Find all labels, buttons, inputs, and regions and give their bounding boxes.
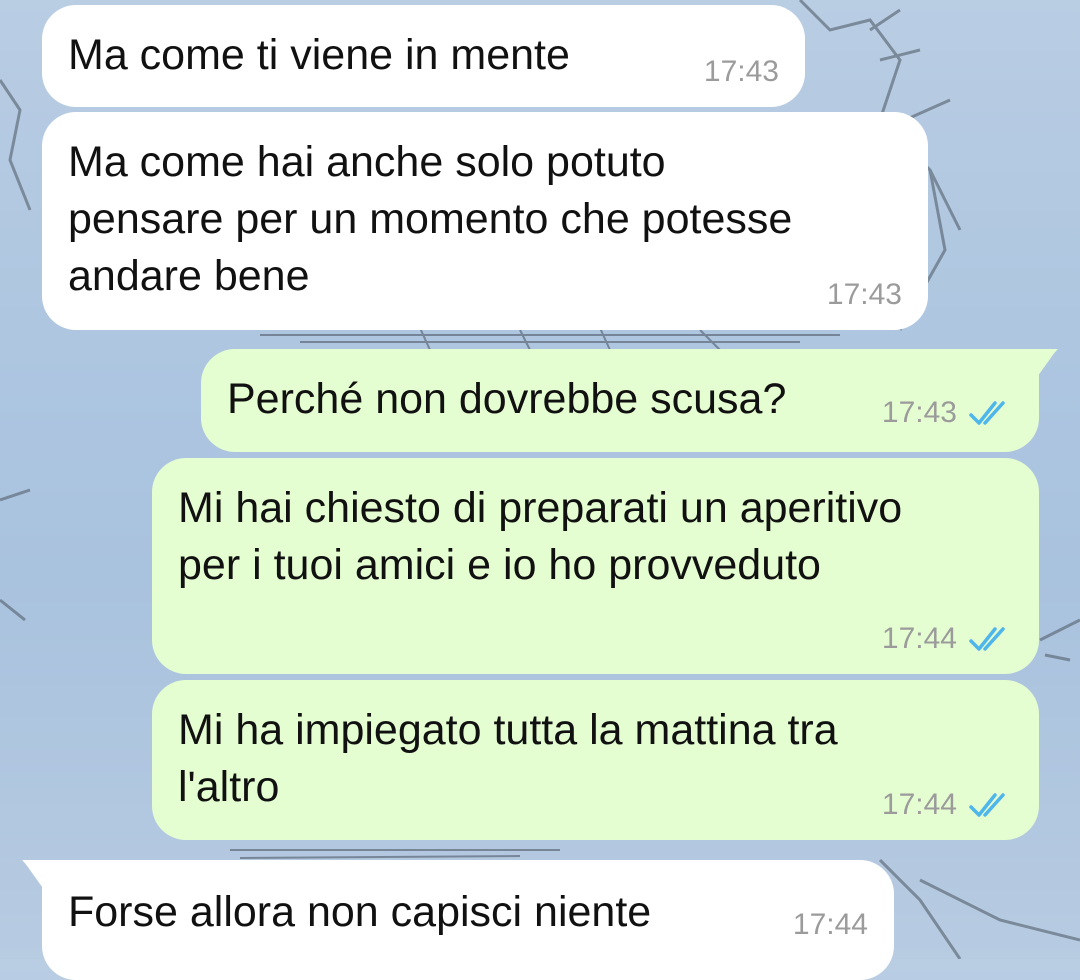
double-check-icon bbox=[969, 793, 1005, 817]
message-text: Mi hai chiesto di preparati un aperitivo… bbox=[178, 484, 903, 589]
message-bubble-incoming[interactable]: Ma come ti viene in mente 17:43 bbox=[42, 5, 805, 107]
message-meta: 17:43 bbox=[882, 396, 1013, 430]
message-meta: 17:44 bbox=[793, 908, 868, 942]
message-text: Ma come hai anche solo potuto pensare pe… bbox=[68, 138, 793, 300]
message-text: Perché non dovrebbe scusa? bbox=[227, 375, 787, 423]
double-check-icon bbox=[969, 627, 1005, 651]
message-bubble-outgoing[interactable]: Mi ha impiegato tutta la mattina tra l'a… bbox=[152, 680, 1039, 840]
message-bubble-outgoing[interactable]: Perché non dovrebbe scusa? 17:43 bbox=[201, 349, 1039, 452]
message-text: Forse allora non capisci niente bbox=[68, 888, 652, 936]
message-time: 17:43 bbox=[826, 278, 902, 311]
message-bubble-incoming[interactable]: Ma come hai anche solo potuto pensare pe… bbox=[42, 112, 928, 330]
message-time: 17:44 bbox=[881, 622, 957, 655]
message-time: 17:43 bbox=[703, 55, 779, 88]
message-meta: 17:44 bbox=[882, 622, 1013, 656]
message-meta: 17:43 bbox=[827, 278, 902, 312]
message-meta: 17:43 bbox=[704, 55, 779, 89]
double-check-icon bbox=[969, 401, 1005, 425]
message-text: Ma come ti viene in mente bbox=[68, 31, 570, 79]
message-text: Mi ha impiegato tutta la mattina tra l'a… bbox=[178, 706, 838, 811]
message-time: 17:44 bbox=[792, 908, 868, 941]
message-meta: 17:44 bbox=[882, 788, 1013, 822]
message-bubble-incoming[interactable]: Forse allora non capisci niente 17:44 bbox=[42, 860, 894, 980]
message-time: 17:43 bbox=[881, 396, 957, 429]
message-bubble-outgoing[interactable]: Mi hai chiesto di preparati un aperitivo… bbox=[152, 458, 1039, 674]
message-time: 17:44 bbox=[881, 788, 957, 821]
